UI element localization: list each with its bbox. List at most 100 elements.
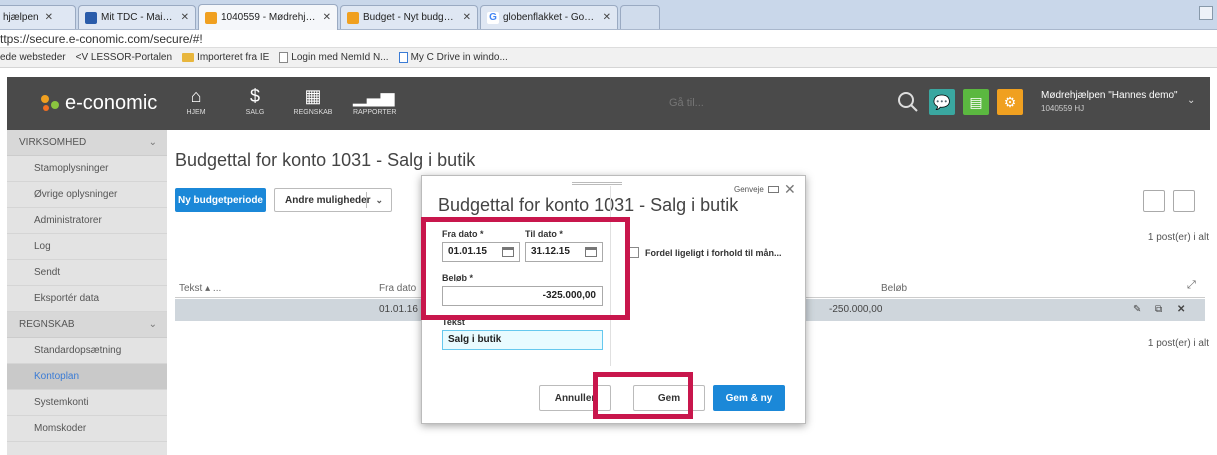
tekst-value: Salg i butik — [448, 334, 502, 345]
section-label: REGNSKAB — [19, 319, 75, 330]
address-bar[interactable]: ttps://secure.e-conomic.com/secure/#! — [0, 30, 1217, 48]
logo-mark-icon — [39, 93, 61, 115]
calculator-icon: ▦ — [304, 86, 322, 106]
sidebar-item[interactable]: Eksportér data — [7, 286, 167, 312]
shortcuts-link[interactable]: Genveje — [734, 185, 779, 194]
sidebar-item[interactable]: Øvrige oplysninger — [7, 182, 167, 208]
nav-label: REGNSKAB — [293, 109, 333, 116]
window-control-icon[interactable] — [1199, 6, 1213, 20]
sidebar-section-virksomhed[interactable]: VIRKSOMHED ⌄ — [7, 130, 167, 156]
tekst-field[interactable]: Salg i butik — [442, 330, 603, 350]
edit-icon[interactable]: ✎ — [1133, 304, 1141, 315]
page-title: Budgettal for konto 1031 - Salg i butik — [175, 150, 476, 170]
record-count: 1 post(er) i alt — [1147, 338, 1209, 349]
bookmark-label: My C Drive in windo... — [410, 52, 508, 63]
google-icon: G — [487, 11, 499, 24]
chat-icon[interactable]: 💬 — [929, 89, 955, 115]
tab-label: Budget - Nyt budget - till — [363, 12, 457, 23]
sidebar-item[interactable]: Log — [7, 234, 167, 260]
browser-tab-2[interactable]: Mit TDC - Mail - Mapper ✕ — [78, 5, 196, 29]
sidebar-item[interactable]: Momskoder — [7, 416, 167, 442]
sidebar-item-kontoplan[interactable]: Kontoplan — [7, 364, 167, 390]
tab-close-icon[interactable]: ✕ — [603, 12, 611, 23]
expand-icon[interactable]: ⤢ — [1187, 279, 1196, 292]
dollar-icon: $ — [249, 86, 260, 106]
more-options-button[interactable]: Andre muligheder ⌄ — [274, 188, 392, 212]
button-label: Andre muligheder — [285, 194, 371, 206]
sidebar-item[interactable]: Stamoplysninger — [7, 156, 167, 182]
folder-icon — [182, 53, 195, 62]
chevron-down-icon: ⌄ — [148, 137, 157, 148]
user-name: Mødrehjælpen "Hannes demo" — [1041, 90, 1178, 101]
column-header-tekst[interactable]: Tekst ▴ ... — [179, 283, 221, 294]
page-icon — [398, 52, 408, 63]
app-header: e-conomic ⌂ HJEM $ SALG ▦ REGNSKAB ▁▃▅ R… — [0, 68, 1217, 130]
sidebar-item[interactable]: Systemkonti — [7, 390, 167, 416]
app-header-bar: e-conomic ⌂ HJEM $ SALG ▦ REGNSKAB ▁▃▅ R… — [7, 77, 1210, 130]
sidebar-item[interactable]: Standardopsætning — [7, 338, 167, 364]
delete-icon[interactable]: ✕ — [1177, 304, 1185, 315]
tab-close-icon[interactable]: ✕ — [45, 12, 53, 23]
browser-tab-3[interactable]: 1040559 - Mødrehjælpen ✕ — [198, 4, 338, 30]
save-new-button[interactable]: Gem & ny — [713, 385, 785, 411]
bookmark-item[interactable]: Login med NemId N... — [279, 52, 389, 63]
bookmark-item[interactable]: <V LESSOR-Portalen — [76, 52, 172, 63]
tab-close-icon[interactable]: ✕ — [463, 12, 471, 23]
section-label: VIRKSOMHED — [19, 137, 87, 148]
bookmark-item[interactable]: Importeret fra IE — [182, 52, 269, 63]
tab-label: Mit TDC - Mail - Mapper — [101, 12, 175, 23]
gear-icon[interactable]: ⚙ — [997, 89, 1023, 115]
browser-tab-4[interactable]: Budget - Nyt budget - till ✕ — [340, 5, 478, 29]
browser-tab-1[interactable]: hjælpen ✕ — [0, 5, 76, 29]
new-tab-button[interactable] — [620, 5, 660, 29]
highlight-box-save — [593, 372, 693, 419]
chevron-down-icon[interactable]: ⌄ — [1187, 95, 1195, 106]
record-count: 1 post(er) i alt — [1147, 232, 1209, 243]
economic-icon — [347, 11, 359, 24]
sidebar-item[interactable]: Administratorer — [7, 208, 167, 234]
row-belob: -250.000,00 — [829, 304, 883, 315]
print-icon[interactable] — [1173, 190, 1195, 212]
bookmark-item[interactable]: My C Drive in windo... — [398, 52, 508, 63]
nav-label: SALG — [245, 109, 265, 116]
user-menu[interactable]: Mødrehjælpen "Hannes demo" 1040559 HJ — [1041, 89, 1178, 115]
bookmark-item[interactable]: ede websteder — [0, 52, 66, 63]
table-view-icon[interactable] — [1143, 190, 1165, 212]
nav-accounting[interactable]: ▦ REGNSKAB — [293, 85, 333, 116]
economic-icon — [205, 11, 217, 24]
column-header-belob[interactable]: Beløb — [881, 283, 907, 294]
nav-label: HJEM — [186, 109, 206, 116]
tab-label: globenflakket - Google-s — [503, 12, 597, 23]
keyboard-icon — [767, 186, 779, 193]
nav-home[interactable]: ⌂ HJEM — [176, 85, 216, 116]
bar-chart-icon: ▁▃▅ — [353, 86, 395, 106]
nav-reports[interactable]: ▁▃▅ RAPPORTER — [353, 85, 397, 116]
new-budget-period-button[interactable]: Ny budgetperiode — [175, 188, 266, 212]
economic-logo[interactable]: e-conomic — [39, 92, 157, 115]
bookmark-label: Importeret fra IE — [197, 52, 270, 63]
copy-icon[interactable]: ⧉ — [1155, 304, 1162, 315]
shortcuts-label: Genveje — [734, 185, 764, 194]
browser-tab-5[interactable]: G globenflakket - Google-s ✕ — [480, 5, 618, 29]
sidebar-item[interactable]: Sendt — [7, 260, 167, 286]
bookmark-label: ede websteder — [0, 52, 66, 63]
bookmarks-bar: ede websteder <V LESSOR-Portalen Importe… — [0, 48, 1217, 68]
page-icon — [279, 52, 289, 63]
highlight-box-fields — [421, 217, 630, 320]
drag-handle[interactable] — [572, 182, 622, 185]
distribute-label: Fordel ligeligt i forhold til mån... — [645, 248, 782, 258]
nav-label: RAPPORTER — [353, 109, 397, 116]
column-header-fra[interactable]: Fra dato — [379, 283, 416, 294]
close-icon[interactable]: ✕ — [784, 181, 796, 198]
user-id: 1040559 HJ — [1041, 104, 1085, 113]
book-icon[interactable]: ▤ — [963, 89, 989, 115]
bookmark-label: Login med NemId N... — [291, 52, 389, 63]
tab-close-icon[interactable]: ✕ — [323, 12, 331, 23]
tab-close-icon[interactable]: ✕ — [181, 12, 189, 23]
search-icon[interactable] — [895, 89, 921, 115]
chevron-down-icon: ⌄ — [148, 319, 157, 330]
nav-sales[interactable]: $ SALG — [235, 85, 275, 116]
tab-label: 1040559 - Mødrehjælpen — [221, 12, 317, 23]
search-input[interactable] — [663, 91, 913, 115]
sidebar-section-regnskab[interactable]: REGNSKAB ⌄ — [7, 312, 167, 338]
